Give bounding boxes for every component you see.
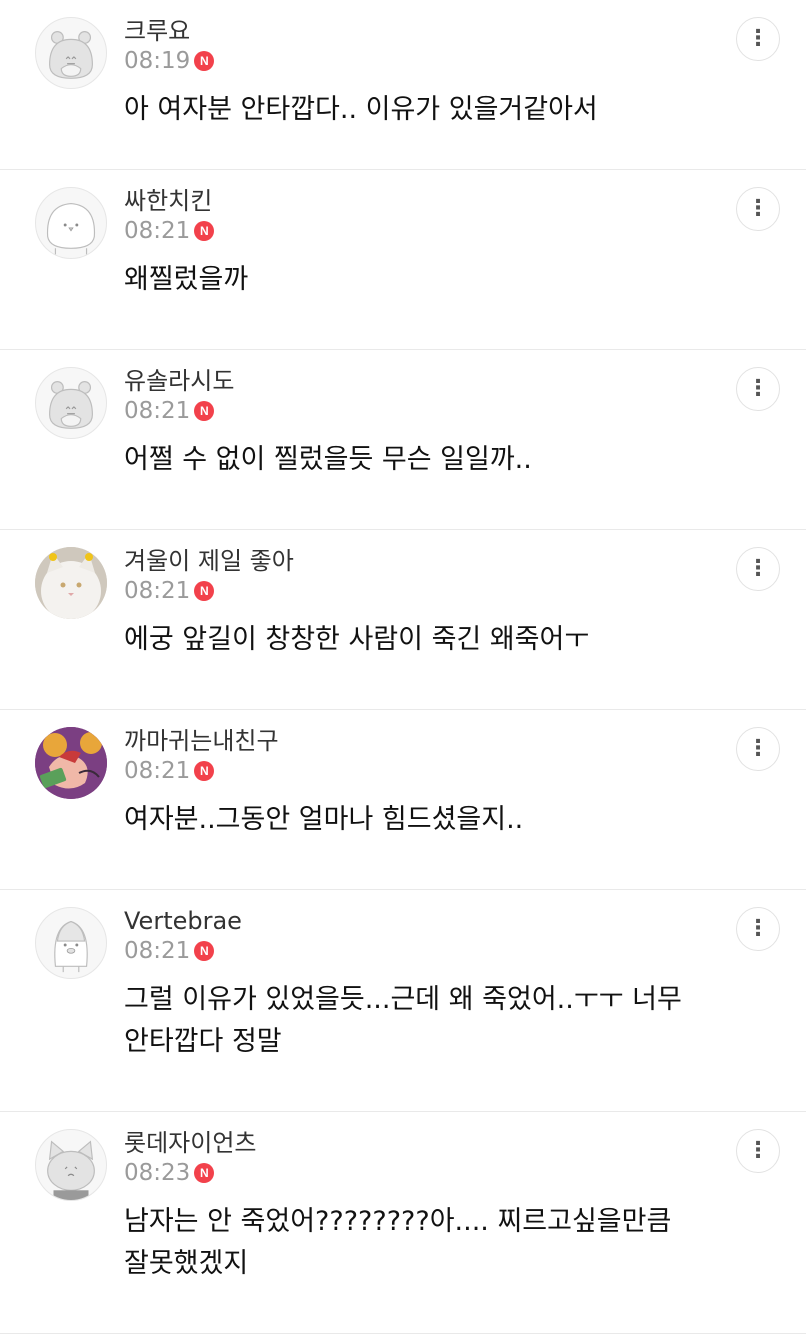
comment-item: Vertebrae 08:21 N 그럴 이유가 있었을듯...근데 왜 죽었어… <box>0 890 806 1112</box>
cat-avatar-icon <box>47 1140 95 1200</box>
comment-nickname[interactable]: 겨울이 제일 좋아 <box>124 546 780 576</box>
comment-time: 08:21 <box>124 578 191 604</box>
hamster-avatar-icon <box>49 381 93 429</box>
comment-time: 08:23 <box>124 1160 191 1186</box>
avatar[interactable] <box>35 367 107 439</box>
more-options-button[interactable]: ⋮ <box>736 727 780 771</box>
more-options-button[interactable]: ⋮ <box>736 187 780 231</box>
new-badge-icon: N <box>194 761 215 781</box>
more-options-button[interactable]: ⋮ <box>736 1129 780 1173</box>
more-options-button[interactable]: ⋮ <box>736 907 780 951</box>
comment-time: 08:21 <box>124 398 191 424</box>
comment-nickname[interactable]: 크루요 <box>124 16 780 46</box>
chick-avatar-icon <box>47 202 95 257</box>
new-badge-icon: N <box>194 581 215 601</box>
white-cat-avatar-icon <box>35 547 107 619</box>
comment-time: 08:21 <box>124 218 191 244</box>
comment-nickname[interactable]: 롯데자이언츠 <box>124 1128 780 1158</box>
comment-text: 그럴 이유가 있었을듯...근데 왜 죽었어..ㅜㅜ 너무 안타깝다 정말 <box>124 984 691 1057</box>
comment-item: 겨울이 제일 좋아 08:21 N 에궁 앞길이 창창한 사람이 죽긴 왜죽어ㅜ… <box>0 530 806 710</box>
illustration-avatar-icon <box>35 727 107 799</box>
new-badge-icon: N <box>194 1163 215 1183</box>
kebab-menu-icon: ⋮ <box>747 916 769 941</box>
comment-meta: 08:21 N <box>124 936 780 966</box>
comment-item: 크루요 08:19 N 아 여자분 안타깝다.. 이유가 있을거같아서 ⋮ <box>0 0 806 170</box>
comment-nickname[interactable]: 유솔라시도 <box>124 366 780 396</box>
avatar[interactable] <box>35 187 107 259</box>
comment-text: 아 여자분 안타깝다.. 이유가 있을거같아서 <box>124 94 598 125</box>
comment-meta: 08:23 N <box>124 1158 780 1188</box>
new-badge-icon: N <box>194 221 215 241</box>
avatar[interactable] <box>35 727 107 799</box>
comment-nickname[interactable]: Vertebrae <box>124 906 780 936</box>
comment-meta: 08:21 N <box>124 576 780 606</box>
penguin-avatar-icon <box>54 920 88 973</box>
kebab-menu-icon: ⋮ <box>747 376 769 401</box>
kebab-menu-icon: ⋮ <box>747 556 769 581</box>
more-options-button[interactable]: ⋮ <box>736 17 780 61</box>
comment-text: 왜찔렀을까 <box>124 264 249 295</box>
comment-nickname[interactable]: 까마귀는내친구 <box>124 726 780 756</box>
comment-meta: 08:21 N <box>124 216 780 246</box>
comment-time: 08:21 <box>124 758 191 784</box>
kebab-menu-icon: ⋮ <box>747 1138 769 1163</box>
comment-time: 08:19 <box>124 48 191 74</box>
comment-nickname[interactable]: 싸한치킨 <box>124 186 780 216</box>
kebab-menu-icon: ⋮ <box>747 736 769 761</box>
more-options-button[interactable]: ⋮ <box>736 367 780 411</box>
comment-meta: 08:21 N <box>124 756 780 786</box>
comment-meta: 08:19 N <box>124 46 780 76</box>
comment-list: 크루요 08:19 N 아 여자분 안타깝다.. 이유가 있을거같아서 ⋮ 싸한… <box>0 0 806 1334</box>
more-options-button[interactable]: ⋮ <box>736 547 780 591</box>
comment-time: 08:21 <box>124 938 191 964</box>
kebab-menu-icon: ⋮ <box>747 196 769 221</box>
comment-text: 어쩔 수 없이 찔렀을듯 무슨 일일까.. <box>124 444 532 475</box>
new-badge-icon: N <box>194 941 215 961</box>
new-badge-icon: N <box>194 51 215 71</box>
comment-meta: 08:21 N <box>124 396 780 426</box>
comment-item: 유솔라시도 08:21 N 어쩔 수 없이 찔렀을듯 무슨 일일까.. ⋮ <box>0 350 806 530</box>
avatar[interactable] <box>35 17 107 89</box>
avatar[interactable] <box>35 547 107 619</box>
comment-text: 여자분..그동안 얼마나 힘드셨을지.. <box>124 804 524 835</box>
avatar[interactable] <box>35 907 107 979</box>
avatar[interactable] <box>35 1129 107 1201</box>
new-badge-icon: N <box>194 401 215 421</box>
comment-item: 싸한치킨 08:21 N 왜찔렀을까 ⋮ <box>0 170 806 350</box>
comment-item: 롯데자이언츠 08:23 N 남자는 안 죽었어????????아.... 찌르… <box>0 1112 806 1334</box>
comment-text: 남자는 안 죽었어????????아.... 찌르고싶을만큼 잘못했겠지 <box>124 1206 680 1279</box>
comment-text: 에궁 앞길이 창창한 사람이 죽긴 왜죽어ㅜ <box>124 624 590 655</box>
kebab-menu-icon: ⋮ <box>747 26 769 51</box>
comment-item: 까마귀는내친구 08:21 N 여자분..그동안 얼마나 힘드셨을지.. ⋮ <box>0 710 806 890</box>
hamster-avatar-icon <box>49 31 93 79</box>
